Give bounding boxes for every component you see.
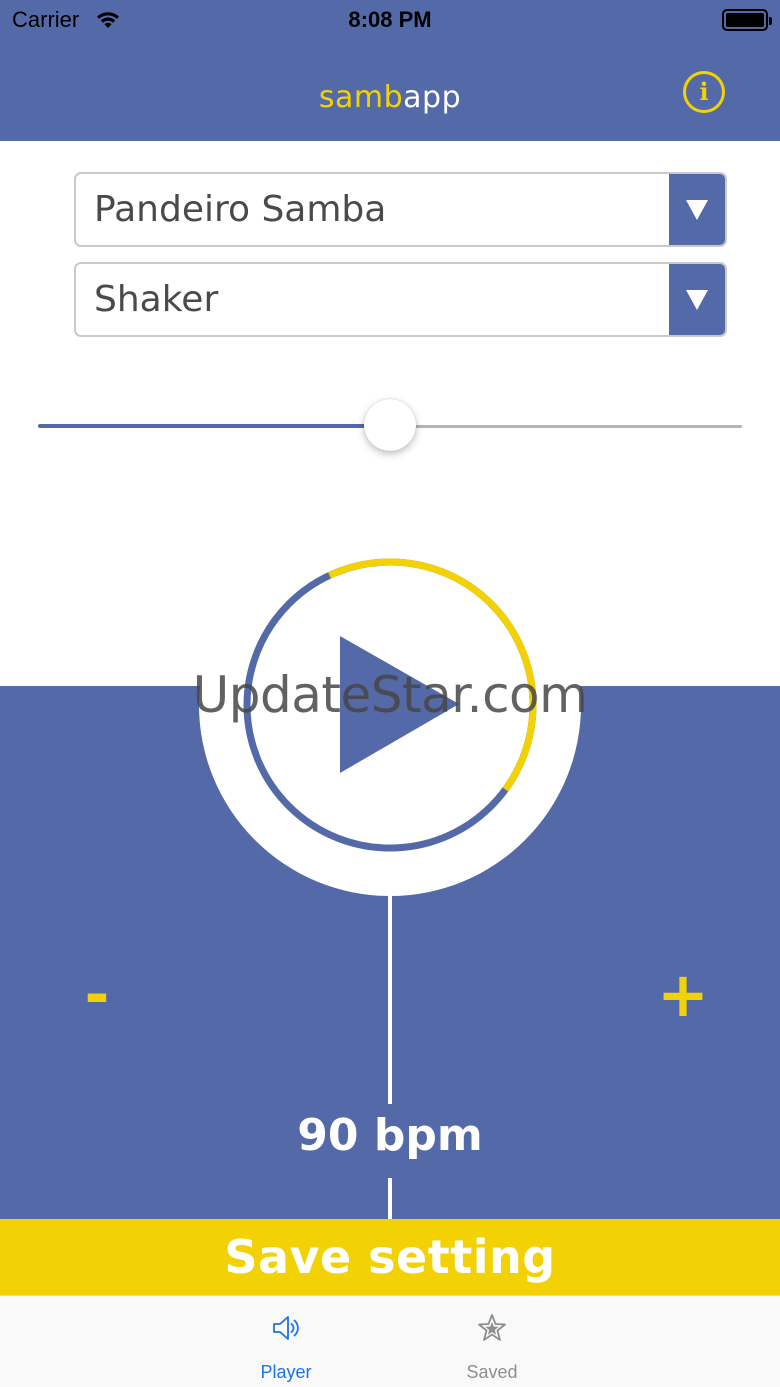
status-time: 8:08 PM [348, 7, 432, 32]
triangle-down-icon [686, 290, 708, 310]
dropdown-arrow-button[interactable] [669, 174, 725, 245]
volume-slider-track-filled[interactable] [38, 424, 390, 428]
info-circle-icon: i [699, 77, 709, 106]
tab-player[interactable]: Player [186, 1300, 386, 1386]
save-setting-label[interactable]: Save setting [0, 1230, 780, 1284]
app-title-part1: samb [318, 80, 404, 115]
tab-saved-label: Saved [466, 1362, 518, 1382]
app-title-part2: app [403, 80, 462, 115]
battery-icon [722, 9, 772, 31]
app-title: sambapp [0, 80, 780, 115]
tab-saved[interactable]: Saved [392, 1300, 592, 1386]
divider-line [388, 1178, 392, 1219]
dropdown-arrow-button[interactable] [669, 264, 725, 335]
rhythm-dropdown[interactable]: Pandeiro Samba [74, 172, 727, 247]
star-icon [476, 1312, 508, 1344]
triangle-down-icon [686, 200, 708, 220]
divider-line [388, 894, 392, 1104]
tempo-readout: 90 bpm [297, 1110, 483, 1161]
instrument-dropdown-value: Shaker [94, 279, 219, 320]
tab-bar [0, 1295, 780, 1387]
info-button[interactable]: i [683, 71, 725, 113]
tab-player-label: Player [260, 1362, 312, 1382]
instrument-dropdown[interactable]: Shaker [74, 262, 727, 337]
status-bar: Carrier 8:08 PM [0, 0, 780, 40]
increase-tempo-button[interactable]: + [655, 960, 711, 1030]
watermark-text: UpdateStar.com [192, 666, 588, 724]
volume-slider-track[interactable] [390, 425, 742, 428]
rhythm-dropdown-value: Pandeiro Samba [94, 189, 387, 230]
decrease-tempo-button[interactable]: - [72, 960, 122, 1030]
volume-slider-thumb[interactable] [364, 399, 416, 451]
speaker-icon [270, 1312, 302, 1344]
